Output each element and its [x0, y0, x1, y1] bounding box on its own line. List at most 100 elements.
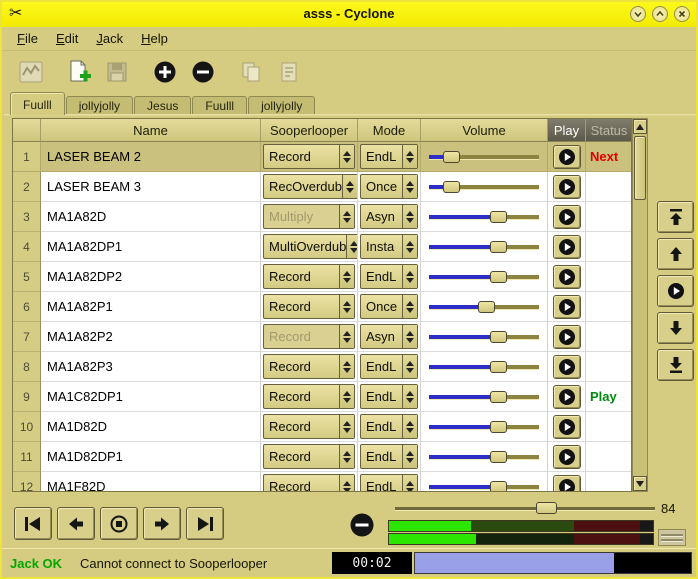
table-row[interactable]: 3 MA1A82D Multiply Asyn: [13, 202, 631, 232]
spinner-arrows-icon[interactable]: [339, 445, 354, 468]
add-row-button[interactable]: [148, 56, 182, 88]
row-play-button[interactable]: [553, 145, 581, 169]
mode-select[interactable]: EndL: [360, 264, 418, 289]
table-row[interactable]: 12 MA1F82D Record EndL: [13, 472, 631, 492]
mode-select[interactable]: Asyn: [360, 204, 418, 229]
volume-handle[interactable]: [443, 151, 460, 163]
scroll-up-button[interactable]: [633, 119, 647, 134]
spinner-arrows-icon[interactable]: [402, 385, 417, 408]
volume-slider[interactable]: [429, 472, 539, 492]
menu-edit[interactable]: Edit: [47, 28, 87, 49]
mode-select[interactable]: EndL: [360, 444, 418, 469]
play-selected-button[interactable]: [657, 275, 694, 307]
sooperlooper-select[interactable]: Multiply: [263, 204, 355, 229]
spinner-arrows-icon[interactable]: [339, 475, 354, 492]
spinner-arrows-icon[interactable]: [339, 145, 354, 168]
tab-jesus[interactable]: Jesus: [134, 96, 191, 115]
volume-handle[interactable]: [490, 241, 507, 253]
save-button[interactable]: [100, 56, 134, 88]
table-row[interactable]: 9 MA1C82DP1 Record EndL: [13, 382, 631, 412]
mode-select[interactable]: EndL: [360, 144, 418, 169]
menu-file[interactable]: File: [8, 28, 47, 49]
volume-slider[interactable]: [429, 262, 539, 291]
tab-jollyjolly[interactable]: jollyjolly: [248, 96, 315, 115]
next-button[interactable]: [143, 507, 181, 540]
decrement-button[interactable]: [348, 511, 376, 539]
spinner-arrows-icon[interactable]: [339, 265, 354, 288]
row-play-button[interactable]: [553, 385, 581, 409]
tab-fuulll[interactable]: Fuulll: [10, 92, 65, 115]
volume-handle[interactable]: [490, 331, 507, 343]
maximize-button[interactable]: [652, 6, 668, 22]
volume-handle[interactable]: [490, 421, 507, 433]
spinner-arrows-icon[interactable]: [402, 415, 417, 438]
table-row[interactable]: 11 MA1D82DP1 Record EndL: [13, 442, 631, 472]
tempo-slider[interactable]: [395, 500, 655, 516]
new-loop-button[interactable]: [62, 56, 96, 88]
sooperlooper-select[interactable]: Record: [263, 414, 355, 439]
menu-help[interactable]: Help: [132, 28, 177, 49]
sooperlooper-select[interactable]: Record: [263, 354, 355, 379]
skip-start-button[interactable]: [14, 507, 52, 540]
tab-jollyjolly[interactable]: jollyjolly: [66, 96, 133, 115]
copy-button[interactable]: [234, 56, 268, 88]
spinner-arrows-icon[interactable]: [339, 385, 354, 408]
spinner-arrows-icon[interactable]: [339, 205, 354, 228]
move-up-button[interactable]: [657, 238, 694, 270]
scrollbar-thumb[interactable]: [634, 136, 646, 200]
spinner-arrows-icon[interactable]: [342, 175, 357, 198]
table-row[interactable]: 6 MA1A82P1 Record Once: [13, 292, 631, 322]
volume-slider[interactable]: [429, 442, 539, 471]
table-scrollbar[interactable]: [632, 118, 648, 492]
spinner-arrows-icon[interactable]: [402, 265, 417, 288]
spinner-arrows-icon[interactable]: [346, 235, 358, 258]
tab-fuulll[interactable]: Fuulll: [192, 96, 247, 115]
mode-select[interactable]: EndL: [360, 384, 418, 409]
move-down-button[interactable]: [657, 312, 694, 344]
spinner-arrows-icon[interactable]: [402, 175, 417, 198]
sooperlooper-select[interactable]: Record: [263, 264, 355, 289]
tempo-slider-handle[interactable]: [536, 502, 557, 514]
waveform-tool-button[interactable]: [14, 56, 48, 88]
row-play-button[interactable]: [553, 235, 581, 259]
sooperlooper-select[interactable]: Record: [263, 144, 355, 169]
volume-handle[interactable]: [490, 451, 507, 463]
pan-grip[interactable]: [658, 529, 686, 546]
sooperlooper-select[interactable]: Record: [263, 324, 355, 349]
header-name[interactable]: Name: [41, 119, 261, 142]
mode-select[interactable]: Once: [360, 294, 418, 319]
row-play-button[interactable]: [553, 295, 581, 319]
volume-slider[interactable]: [429, 292, 539, 321]
table-row[interactable]: 5 MA1A82DP2 Record EndL: [13, 262, 631, 292]
row-play-button[interactable]: [553, 205, 581, 229]
spinner-arrows-icon[interactable]: [402, 325, 417, 348]
mode-select[interactable]: Insta: [360, 234, 418, 259]
mode-select[interactable]: EndL: [360, 354, 418, 379]
volume-slider[interactable]: [429, 322, 539, 351]
sooperlooper-select[interactable]: RecOverdub: [263, 174, 358, 199]
header-sooperlooper[interactable]: Sooperlooper: [261, 119, 358, 142]
table-row[interactable]: 7 MA1A82P2 Record Asyn: [13, 322, 631, 352]
sooperlooper-select[interactable]: Record: [263, 474, 355, 492]
volume-slider[interactable]: [429, 172, 539, 201]
row-play-button[interactable]: [553, 475, 581, 493]
volume-handle[interactable]: [443, 181, 460, 193]
sooperlooper-select[interactable]: MultiOverdub: [263, 234, 358, 259]
volume-handle[interactable]: [490, 391, 507, 403]
menu-jack[interactable]: Jack: [87, 28, 132, 49]
sooperlooper-select[interactable]: Record: [263, 294, 355, 319]
spinner-arrows-icon[interactable]: [339, 415, 354, 438]
sooperlooper-select[interactable]: Record: [263, 444, 355, 469]
spinner-arrows-icon[interactable]: [402, 445, 417, 468]
row-play-button[interactable]: [553, 175, 581, 199]
mode-select[interactable]: EndL: [360, 474, 418, 492]
table-row[interactable]: 8 MA1A82P3 Record EndL: [13, 352, 631, 382]
volume-handle[interactable]: [478, 301, 495, 313]
spinner-arrows-icon[interactable]: [402, 205, 417, 228]
stop-record-button[interactable]: [100, 507, 138, 540]
spinner-arrows-icon[interactable]: [402, 475, 417, 492]
spinner-arrows-icon[interactable]: [402, 235, 417, 258]
header-volume[interactable]: Volume: [421, 119, 548, 142]
volume-handle[interactable]: [490, 361, 507, 373]
scroll-down-button[interactable]: [633, 476, 647, 491]
